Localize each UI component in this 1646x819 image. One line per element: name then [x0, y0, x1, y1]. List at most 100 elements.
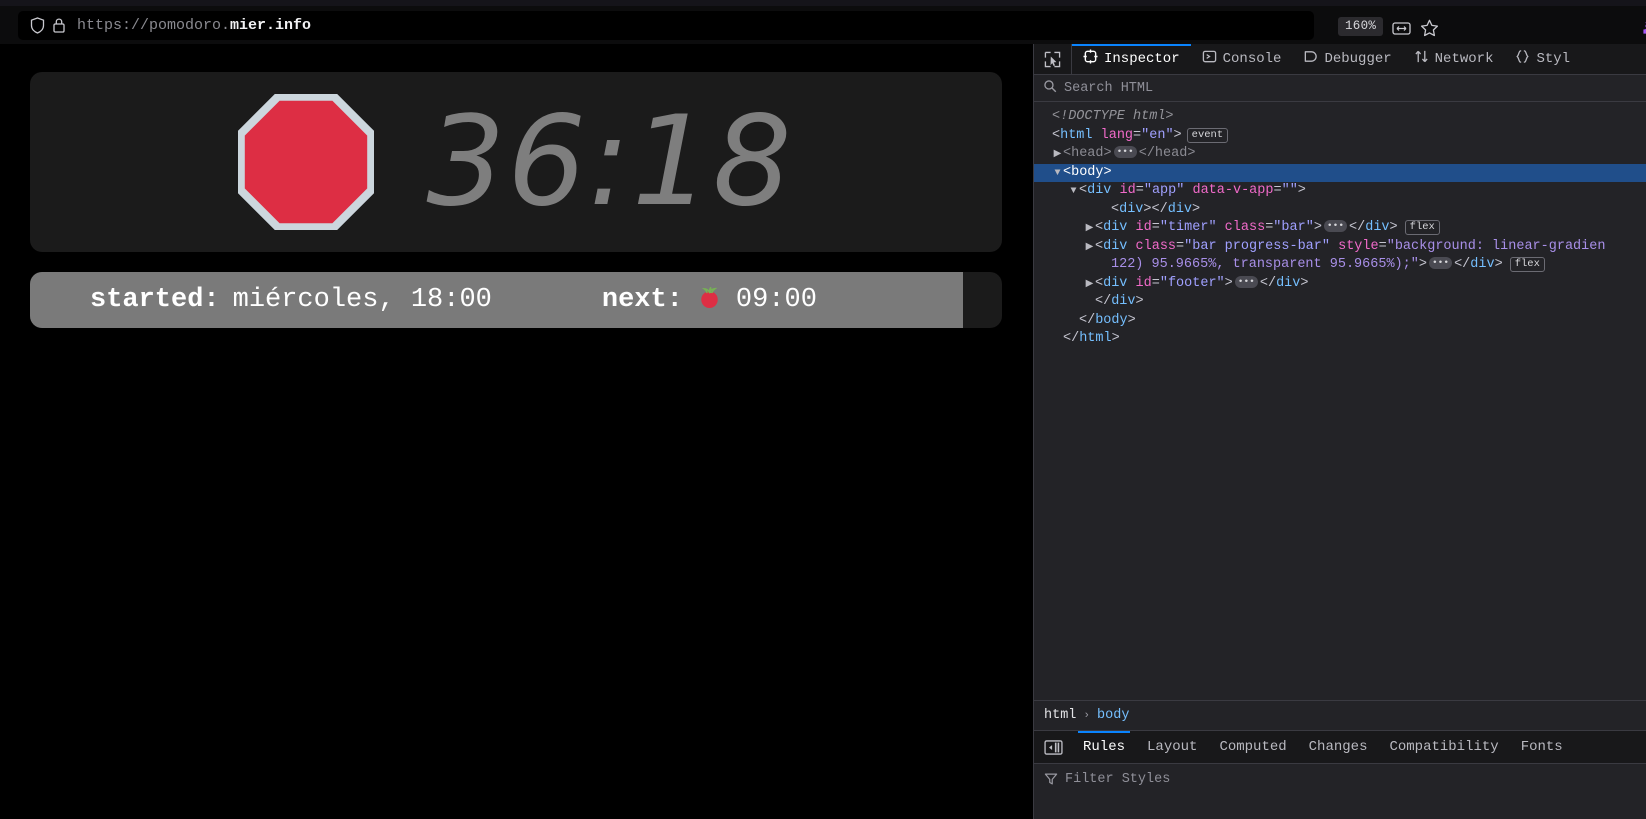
head-close-text: </head> [1138, 146, 1196, 161]
subtab-fonts-label: Fonts [1520, 739, 1563, 755]
subtab-layout-label: Layout [1147, 739, 1198, 755]
breadcrumb-separator-icon: › [1083, 709, 1091, 722]
dom-node-html[interactable]: <html lang="en"> event [1034, 127, 1646, 146]
toggle-sidebar-icon[interactable] [1034, 731, 1072, 763]
tab-style-editor-label: Styl [1536, 51, 1571, 67]
subtab-compatibility-label: Compatibility [1389, 739, 1499, 755]
tomato-icon [696, 284, 723, 317]
address-bar[interactable]: https://pomodoro.mier.info [18, 11, 1314, 40]
next-label: next: [601, 285, 683, 315]
twisty-timer-icon[interactable]: ▶ [1084, 220, 1095, 239]
breadcrumb-item-html[interactable]: html [1044, 708, 1076, 723]
twisty-progressbar-icon[interactable]: ▶ [1084, 239, 1095, 258]
doctype-text: <!DOCTYPE html> [1052, 109, 1174, 124]
collapsed-children-icon[interactable]: ••• [1113, 146, 1137, 158]
url-domain: mier.info [230, 17, 312, 34]
timer-class-attr: class [1224, 220, 1266, 235]
timer-id-value: "timer" [1159, 220, 1217, 235]
bar-style-value-cont: 122) 95.9665%, transparent 95.9665%);" [1111, 257, 1419, 272]
filter-styles-placeholder: Filter Styles [1065, 772, 1171, 787]
dom-node-body[interactable]: ▼ <body> [1034, 163, 1646, 184]
started-label: started: [90, 285, 220, 315]
tab-console[interactable]: Console [1191, 44, 1293, 74]
style-editor-braces-icon [1515, 49, 1530, 69]
dom-node-footer[interactable]: ▶ <div id="footer"> ••• </div> [1034, 275, 1646, 294]
app-vapp-attr: data-v-app [1192, 183, 1274, 198]
dom-node-timer[interactable]: ▶ <div id="timer" class="bar"> ••• </div> fl… [1034, 219, 1646, 238]
next-info: next: 09:00 [602, 284, 817, 317]
reader-view-icon[interactable] [1390, 18, 1412, 38]
element-picker-icon[interactable] [1034, 44, 1072, 74]
bar-style-value-start: "background: linear-gradien [1386, 238, 1606, 254]
dom-node-head[interactable]: ▶ <head> ••• </head> [1034, 145, 1646, 164]
search-html-placeholder: Search HTML [1064, 80, 1154, 96]
head-open-text: <head> [1063, 146, 1112, 161]
event-badge[interactable]: event [1186, 127, 1229, 143]
star-bookmark-icon[interactable] [1418, 18, 1440, 38]
navigation-toolbar: https://pomodoro.mier.info 160% [0, 6, 1646, 44]
padlock-icon[interactable] [48, 16, 70, 36]
progress-bar: started: miércoles, 18:00 next: 09:00 [30, 272, 1002, 328]
twisty-body-icon[interactable]: ▼ [1052, 165, 1063, 184]
url-prefix: https://pomodoro. [77, 17, 231, 34]
flex-badge[interactable]: flex [1404, 220, 1440, 235]
debugger-pause-icon [1303, 49, 1318, 69]
collapsed-children-icon[interactable]: ••• [1323, 220, 1348, 232]
tab-console-label: Console [1222, 51, 1282, 67]
subtab-rules[interactable]: Rules [1072, 731, 1136, 763]
filter-funnel-icon [1044, 772, 1058, 791]
html-lang-attr: lang [1100, 127, 1134, 143]
dom-node-close-body[interactable]: ▶</body> [1034, 312, 1646, 331]
collapsed-children-icon[interactable]: ••• [1428, 257, 1453, 269]
app-tagname: div [1087, 183, 1112, 198]
app-vapp-value: "" [1281, 183, 1298, 198]
subtab-rules-label: Rules [1083, 739, 1126, 755]
console-prompt-icon [1202, 49, 1217, 69]
twisty-app-icon[interactable]: ▼ [1068, 183, 1079, 202]
network-arrows-icon [1414, 49, 1429, 69]
devtools-toolbar: Inspector Console Debugger Network Styl [1034, 44, 1646, 75]
bar-class-attr: class [1135, 238, 1177, 254]
subtab-changes[interactable]: Changes [1298, 731, 1379, 763]
dom-node-doctype[interactable]: <!DOCTYPE html> [1034, 108, 1646, 127]
devtools-tab-list: Inspector Console Debugger Network Styl [1072, 44, 1581, 74]
collapsed-children-icon[interactable]: ••• [1234, 275, 1258, 288]
breadcrumb-item-body[interactable]: body [1097, 708, 1129, 723]
url-text[interactable]: https://pomodoro.mier.info [77, 17, 311, 34]
footer-id-value: "footer" [1159, 275, 1225, 291]
tab-inspector[interactable]: Inspector [1072, 44, 1191, 74]
subtab-fonts[interactable]: Fonts [1510, 731, 1574, 763]
zoom-level-indicator[interactable]: 160% [1338, 17, 1384, 36]
filter-styles-input[interactable]: Filter Styles [1034, 763, 1646, 819]
subtab-computed[interactable]: Computed [1208, 731, 1297, 763]
dom-node-empty-div[interactable]: ▶<div></div> [1034, 201, 1646, 220]
dom-node-close-app[interactable]: ▶</div> [1034, 293, 1646, 312]
app-id-attr: id [1119, 183, 1136, 198]
progress-bar-content: started: miércoles, 18:00 next: 09:00 [30, 284, 1002, 317]
extension-icon[interactable] [1630, 18, 1646, 38]
timer-id-attr: id [1135, 220, 1152, 235]
html-lang-value: "en" [1141, 127, 1174, 143]
dom-node-app[interactable]: ▼ <div id="app" data-v-app=""> [1034, 182, 1646, 201]
timer-class-value: "bar" [1273, 220, 1314, 235]
dom-node-close-html[interactable]: ▶</html> [1034, 330, 1646, 349]
started-value: miércoles, 18:00 [232, 285, 492, 315]
started-info: started: miércoles, 18:00 [90, 285, 492, 315]
subtab-compatibility[interactable]: Compatibility [1378, 731, 1509, 763]
twisty-head-icon[interactable]: ▶ [1052, 146, 1063, 165]
shield-icon[interactable] [26, 16, 48, 36]
search-icon [1043, 79, 1057, 98]
tab-network[interactable]: Network [1403, 44, 1505, 74]
tab-style-editor[interactable]: Styl [1504, 44, 1581, 74]
search-html-input[interactable]: Search HTML [1034, 75, 1646, 102]
tab-debugger-label: Debugger [1324, 51, 1392, 67]
twisty-footer-icon[interactable]: ▶ [1084, 276, 1095, 295]
dom-node-progress-bar[interactable]: ▶ <div class="bar progress-bar" style="ba… [1034, 238, 1646, 257]
dom-node-progress-bar-cont[interactable]: ▶122) 95.9665%, transparent 95.9665%);">… [1034, 256, 1646, 275]
tab-strip-clipped-labels: ▪ ▪ ▪ Pomodoro × ▪▪▪▪▪▪▪▪▪ × ▪ ▪ ▪ ▪ ▪ ▪… [255, 0, 599, 4]
timer-panel: 36:18 [30, 72, 1002, 252]
flex-badge[interactable]: flex [1509, 257, 1545, 272]
tab-debugger[interactable]: Debugger [1292, 44, 1402, 74]
subtab-changes-label: Changes [1308, 739, 1368, 755]
subtab-layout[interactable]: Layout [1136, 731, 1208, 763]
